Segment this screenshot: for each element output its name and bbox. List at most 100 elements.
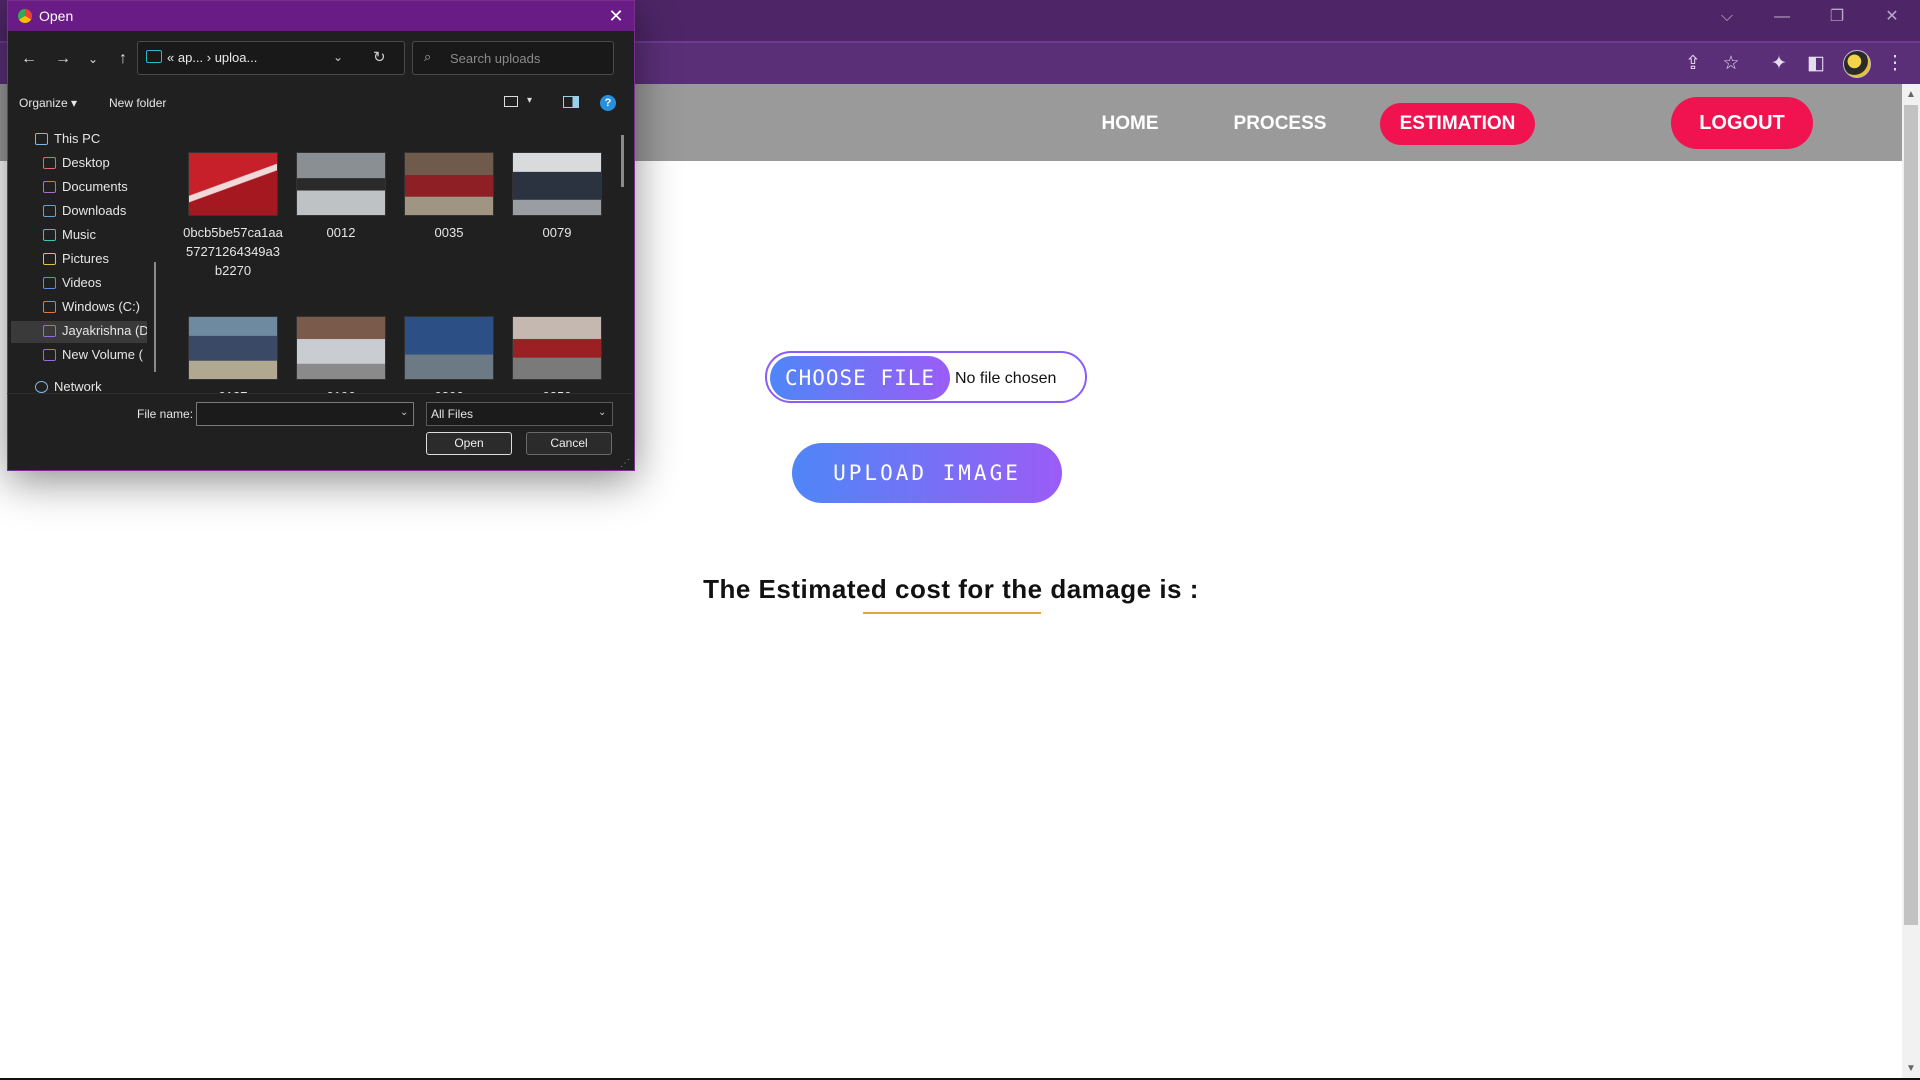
file-thumbnail: [404, 152, 494, 216]
file-item[interactable]: 0250: [507, 316, 607, 394]
file-item[interactable]: 0137: [183, 316, 283, 394]
address-path[interactable]: « ap... › uploa...: [167, 50, 257, 65]
file-name-label: File name:: [137, 407, 194, 421]
nav-estimation[interactable]: ESTIMATION: [1380, 103, 1535, 145]
view-dropdown-icon[interactable]: ▾: [527, 95, 532, 106]
file-item[interactable]: 0bcb5be57ca1aa57271264349a3b2270: [183, 152, 283, 280]
help-icon[interactable]: ?: [600, 95, 616, 111]
forward-arrow-icon[interactable]: →: [51, 48, 75, 70]
music-icon: [43, 229, 56, 241]
file-thumbnail: [296, 316, 386, 380]
file-type-filter[interactable]: All Files: [426, 402, 613, 426]
preview-pane-icon[interactable]: [563, 96, 579, 108]
heading-underline: [863, 612, 1041, 614]
star-icon[interactable]: ☆: [1716, 51, 1746, 77]
up-arrow-icon[interactable]: ↑: [111, 48, 135, 70]
file-name-input[interactable]: [196, 402, 414, 426]
file-grid-scrollbar[interactable]: [621, 135, 624, 187]
address-dropdown-icon[interactable]: ⌄: [333, 50, 343, 64]
tree-item-documents[interactable]: Documents: [43, 176, 128, 198]
scroll-down-icon[interactable]: ▼: [1904, 1062, 1918, 1076]
nav-home[interactable]: HOME: [1090, 103, 1170, 145]
documents-icon: [43, 181, 56, 193]
organize-menu[interactable]: Organize ▾: [19, 96, 77, 110]
tree-item-pictures[interactable]: Pictures: [43, 248, 109, 270]
no-file-chosen-text: No file chosen: [955, 370, 1057, 387]
drive-icon: [43, 301, 56, 313]
tree-item-downloads[interactable]: Downloads: [43, 200, 126, 222]
tree-label: Music: [62, 227, 96, 242]
file-grid: 0bcb5be57ca1aa57271264349a3b2270 0012 00…: [167, 124, 622, 394]
share-icon[interactable]: ⇪: [1678, 51, 1708, 77]
downloads-icon: [43, 205, 56, 217]
tree-item-new-volume[interactable]: New Volume (: [43, 344, 147, 366]
search-placeholder: Search uploads: [450, 51, 541, 66]
resize-grip-icon[interactable]: ⋰: [620, 458, 630, 469]
profile-avatar[interactable]: [1843, 50, 1871, 78]
dialog-titlebar: [8, 1, 634, 31]
network-icon: [35, 381, 48, 393]
menu-icon[interactable]: ⋮: [1880, 51, 1910, 77]
tree-item-windows-c[interactable]: Windows (C:): [43, 296, 140, 318]
drive-icon: [43, 349, 56, 361]
file-thumbnail: [296, 152, 386, 216]
refresh-icon[interactable]: ↻: [373, 48, 386, 66]
minimize-icon[interactable]: —: [1760, 5, 1804, 29]
chrome-icon: [18, 9, 32, 23]
restore-icon[interactable]: ❐: [1815, 5, 1859, 29]
file-thumbnail: [404, 316, 494, 380]
tree-item-videos[interactable]: Videos: [43, 272, 102, 294]
file-name: 0035: [434, 225, 464, 240]
tab-search-icon[interactable]: ⌵: [1705, 5, 1749, 29]
file-name-dropdown-icon[interactable]: ⌄: [400, 407, 408, 418]
sidepanel-icon[interactable]: ◧: [1801, 51, 1831, 77]
estimated-cost-heading: The Estimated cost for the damage is :: [703, 574, 1199, 604]
scroll-up-icon[interactable]: ▲: [1904, 88, 1918, 102]
page-scrollbar-thumb[interactable]: [1904, 105, 1918, 925]
tree-label: Network: [54, 379, 102, 394]
search-icon: ⌕: [424, 49, 432, 64]
upload-image-button[interactable]: UPLOAD IMAGE: [792, 443, 1062, 503]
close-window-icon[interactable]: ✕: [1870, 5, 1914, 29]
recent-locations-icon[interactable]: ⌄: [81, 48, 105, 70]
dialog-title: Open: [39, 8, 74, 24]
tree-label: Videos: [62, 275, 102, 290]
nav-process[interactable]: PROCESS: [1230, 103, 1330, 145]
tree-item-music[interactable]: Music: [43, 224, 96, 246]
dialog-separator: [7, 393, 633, 394]
desktop-icon: [43, 157, 56, 169]
file-item[interactable]: 0196: [291, 316, 391, 394]
file-thumbnail: [512, 152, 602, 216]
dialog-close-icon[interactable]: ✕: [604, 4, 628, 28]
tree-label: Windows (C:): [62, 299, 141, 314]
file-thumbnail: [188, 152, 278, 216]
file-item[interactable]: 0012: [291, 152, 391, 242]
open-button[interactable]: Open: [426, 432, 512, 455]
nav-pane-scrollbar[interactable]: [154, 262, 156, 372]
tree-item-jayakrishna[interactable]: Jayakrishna (D: [43, 320, 147, 342]
logout-button[interactable]: LOGOUT: [1671, 97, 1813, 149]
videos-icon: [43, 277, 56, 289]
tree-label: Downloads: [62, 203, 127, 218]
tree-label: Pictures: [62, 251, 109, 266]
cancel-button[interactable]: Cancel: [526, 432, 612, 455]
new-folder-button[interactable]: New folder: [109, 96, 166, 110]
file-item[interactable]: 0035: [399, 152, 499, 242]
choose-file-button[interactable]: CHOOSE FILE: [770, 356, 950, 400]
tree-label: Jayakrishna (D: [62, 323, 147, 338]
tree-item-this-pc[interactable]: This PC: [35, 128, 100, 150]
tree-item-desktop[interactable]: Desktop: [43, 152, 110, 174]
filter-dropdown-icon[interactable]: ⌄: [598, 407, 606, 418]
extensions-icon[interactable]: ✦: [1764, 51, 1794, 77]
drive-icon: [43, 325, 56, 337]
file-name: 0012: [326, 225, 356, 240]
file-item[interactable]: 0079: [507, 152, 607, 242]
tree-item-network[interactable]: Network: [35, 376, 102, 398]
pc-icon: [35, 133, 48, 145]
file-thumbnail: [512, 316, 602, 380]
back-arrow-icon[interactable]: ←: [17, 48, 41, 70]
view-mode-icon[interactable]: [504, 96, 518, 107]
tree-label: This PC: [54, 131, 101, 146]
file-name: 0bcb5be57ca1aa57271264349a3b2270: [183, 225, 283, 278]
file-item[interactable]: 0206: [399, 316, 499, 394]
